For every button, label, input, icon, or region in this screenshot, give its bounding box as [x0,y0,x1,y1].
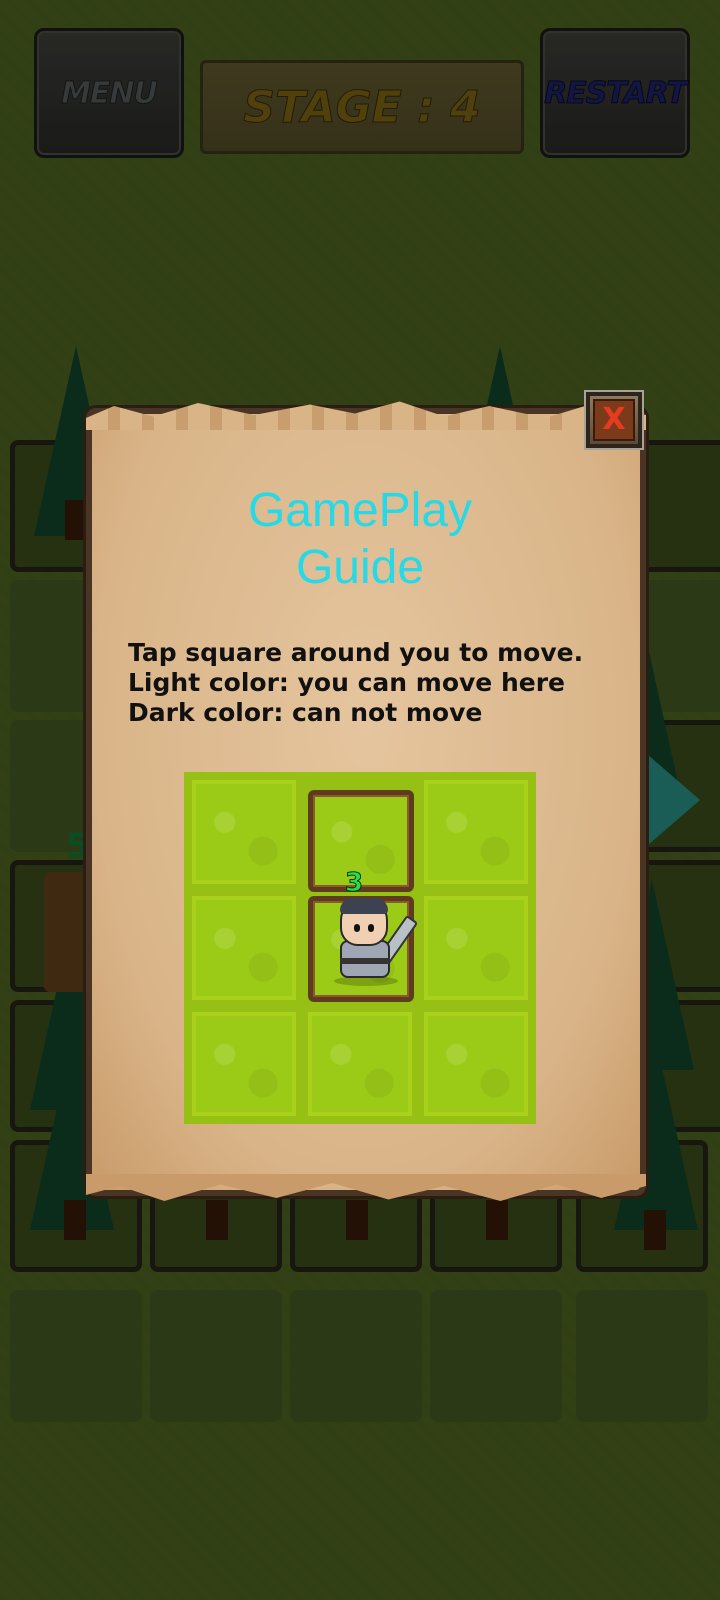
close-x-icon: X [593,399,635,441]
close-button[interactable]: X [584,390,644,450]
instruction-line: Dark color: can not move [128,698,483,727]
guide-instructions: Tap square around you to move. Light col… [128,638,628,728]
demo-cell [192,896,296,1000]
guide-title-line2: Guide [295,541,425,594]
demo-cell [424,1012,528,1116]
demo-cell [308,1012,412,1116]
demo-cell [424,896,528,1000]
instruction-line: Tap square around you to move. [128,638,584,667]
demo-cell [192,780,296,884]
hero-eye [354,924,360,932]
hero-hair [340,898,388,914]
hero-number: 3 [344,868,364,899]
guide-title-line1: GamePlay [247,484,473,537]
hero-knight-icon [326,896,422,986]
demo-cell [424,780,528,884]
demo-cell [192,1012,296,1116]
guide-title: GamePlay Guide [86,482,634,596]
hero-belt [340,958,390,964]
instruction-line: Light color: you can move here [128,668,565,697]
hero-eye [368,924,374,932]
